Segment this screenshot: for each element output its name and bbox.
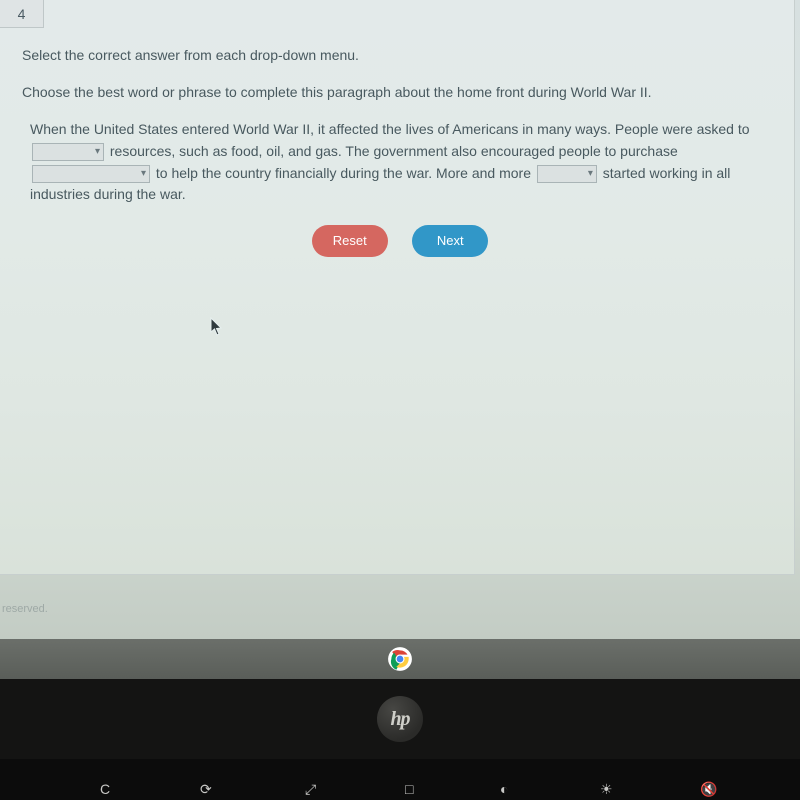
question-number-box: 4 [0, 0, 44, 28]
key-glyph: ☀ [600, 781, 613, 798]
reset-button[interactable]: Reset [312, 225, 388, 257]
dropdown-2[interactable] [32, 165, 150, 183]
key-glyph: ◐ [500, 781, 508, 797]
next-button[interactable]: Next [412, 225, 488, 257]
instruction-2: Choose the best word or phrase to comple… [22, 82, 782, 104]
chrome-icon[interactable] [387, 646, 413, 672]
key-glyph: ⟳ [200, 781, 212, 798]
key-glyph: □ [405, 781, 413, 797]
question-body: Select the correct answer from each drop… [22, 45, 782, 206]
key-glyph: ⤢ [305, 781, 316, 798]
laptop-bezel: hp [0, 679, 800, 759]
paragraph-seg-2: resources, such as food, oil, and gas. T… [106, 143, 678, 159]
cursor-icon [210, 317, 224, 337]
paragraph-seg-1: When the United States entered World War… [30, 121, 750, 137]
hp-logo-icon: hp [377, 696, 423, 742]
screen-area: 4 Select the correct answer from each dr… [0, 0, 800, 640]
cloze-paragraph: When the United States entered World War… [22, 119, 782, 206]
keyboard-strip: C ⟳ ⤢ □ ◐ ☀ 🔇 [0, 759, 800, 800]
dropdown-3[interactable] [537, 165, 597, 183]
button-row: Reset Next [0, 225, 800, 257]
os-dock [0, 639, 800, 679]
instruction-1: Select the correct answer from each drop… [22, 45, 782, 67]
key-glyph: 🔇 [700, 781, 717, 798]
key-glyph: C [100, 781, 110, 797]
paragraph-seg-3: to help the country financially during t… [152, 165, 535, 181]
hp-logo-text: hp [390, 708, 409, 731]
footer-text: reserved. [2, 603, 48, 615]
dropdown-1[interactable] [32, 143, 104, 161]
question-frame: 4 Select the correct answer from each dr… [0, 0, 795, 575]
question-number: 4 [18, 6, 26, 22]
